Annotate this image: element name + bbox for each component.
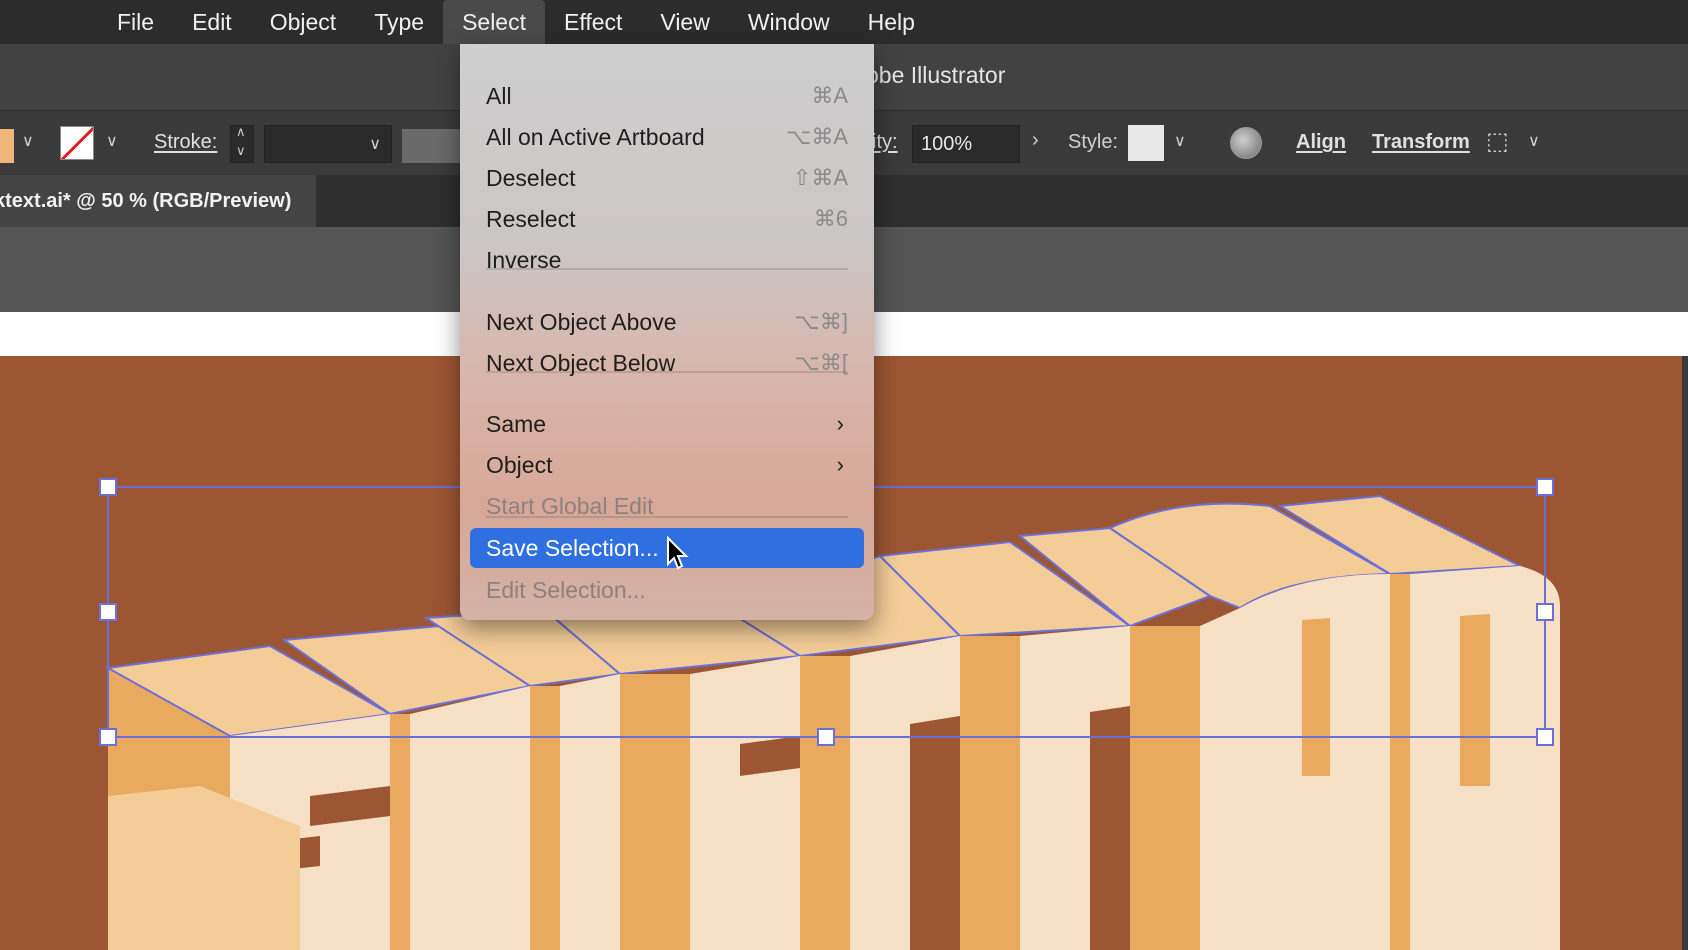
stroke-stepper[interactable]: ∧ ∨ (230, 124, 254, 163)
shortcut: ⌘A (811, 83, 848, 108)
menu-item-object[interactable]: Object › (486, 445, 848, 485)
menu-item-all[interactable]: All ⌘A (486, 76, 848, 116)
opacity-field[interactable]: 100% (912, 125, 1020, 163)
fill-swatch[interactable] (0, 129, 14, 163)
menu-item-edit-selection: Edit Selection... (486, 570, 848, 610)
menu-window[interactable]: Window (729, 0, 849, 44)
menu-effect[interactable]: Effect (545, 0, 641, 44)
stepper-down-icon[interactable]: ∨ (236, 143, 246, 159)
transform-link[interactable]: Transform (1372, 131, 1470, 154)
stroke-weight-field[interactable]: ∨ (264, 125, 392, 163)
chevron-down-icon[interactable]: ∨ (1528, 131, 1540, 151)
stroke-none-icon[interactable] (60, 126, 94, 160)
menu-separator (486, 268, 848, 270)
shortcut: ⌥⌘A (785, 124, 848, 149)
shortcut: ⌘6 (813, 206, 848, 231)
menu-item-label: All on Active Artboard (486, 124, 705, 150)
opacity-label[interactable]: ity: (872, 131, 898, 154)
chevron-down-icon[interactable]: ∨ (1174, 131, 1186, 151)
select-menu-dropdown: All ⌘A All on Active Artboard ⌥⌘A Desele… (460, 44, 874, 620)
shortcut: ⌥⌘[ (794, 350, 848, 375)
app-title: obe Illustrator (866, 62, 1006, 88)
menu-item-same[interactable]: Same › (486, 404, 848, 444)
shortcut: ⇧⌘A (792, 165, 848, 190)
chevron-right-icon: › (836, 452, 844, 477)
menu-separator (486, 371, 848, 373)
menu-item-label: All (486, 83, 512, 109)
pointer-cursor-icon (667, 536, 689, 570)
menu-item-label: Edit Selection... (486, 577, 646, 603)
arrange-icon[interactable]: ⬚ (1486, 127, 1509, 156)
document-tab-title: ktext.ai* @ 50 % (RGB/Preview) (0, 190, 292, 212)
menu-bar: File Edit Object Type Select Effect View… (0, 0, 1688, 44)
style-label: Style: (1068, 131, 1119, 153)
document-tab[interactable]: ktext.ai* @ 50 % (RGB/Preview) (0, 175, 316, 227)
menu-item-start-global-edit: Start Global Edit (486, 486, 848, 526)
menu-file[interactable]: File (98, 0, 173, 44)
menu-item-reselect[interactable]: Reselect ⌘6 (486, 199, 848, 239)
globe-icon[interactable] (1230, 127, 1262, 159)
chevron-down-icon[interactable]: ∨ (22, 131, 34, 151)
menu-edit[interactable]: Edit (173, 0, 251, 44)
menu-separator (486, 516, 848, 518)
stroke-label[interactable]: Stroke: (154, 131, 217, 154)
menu-item-label: Save Selection... (486, 535, 659, 561)
menu-item-label: Reselect (486, 206, 576, 232)
menu-type[interactable]: Type (355, 0, 443, 44)
menu-item-label: Deselect (486, 165, 576, 191)
shortcut: ⌥⌘] (794, 309, 848, 334)
align-link[interactable]: Align (1296, 131, 1346, 154)
variable-width-profile[interactable] (402, 129, 462, 163)
chevron-down-icon[interactable]: ∨ (106, 131, 118, 151)
chevron-right-icon[interactable]: › (1032, 129, 1039, 152)
menu-item-next-object-above[interactable]: Next Object Above ⌥⌘] (486, 302, 848, 342)
menu-view[interactable]: View (641, 0, 728, 44)
menu-item-inverse[interactable]: Inverse (486, 240, 848, 280)
menu-select[interactable]: Select (443, 0, 545, 44)
menu-item-all-on-active-artboard[interactable]: All on Active Artboard ⌥⌘A (486, 117, 848, 157)
menu-help[interactable]: Help (849, 0, 934, 44)
chevron-right-icon: › (836, 411, 844, 436)
stepper-up-icon[interactable]: ∧ (236, 124, 246, 140)
menu-item-next-object-below[interactable]: Next Object Below ⌥⌘[ (486, 343, 848, 383)
menu-item-label: Same (486, 411, 547, 437)
chevron-down-icon[interactable]: ∨ (369, 134, 381, 154)
menu-item-deselect[interactable]: Deselect ⇧⌘A (486, 158, 848, 198)
menu-object[interactable]: Object (251, 0, 355, 44)
style-swatch[interactable] (1128, 125, 1164, 161)
menu-item-label: Object (486, 452, 553, 478)
menu-item-label: Next Object Above (486, 309, 677, 335)
